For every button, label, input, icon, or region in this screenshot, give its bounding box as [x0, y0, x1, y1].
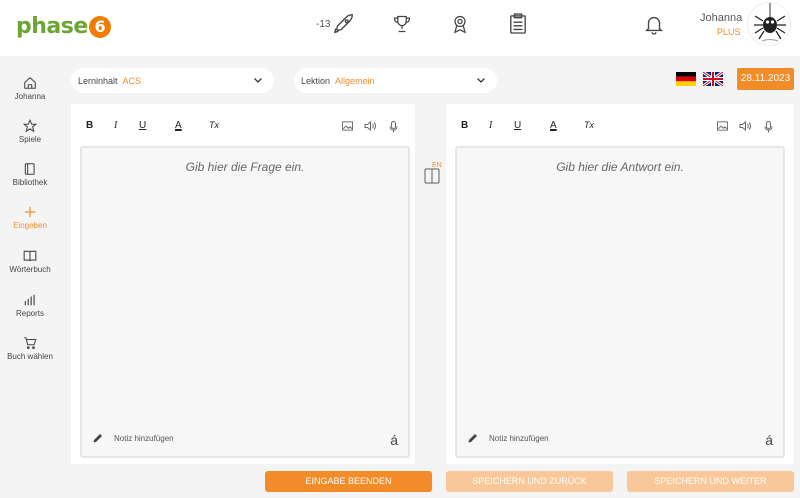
pencil-icon	[468, 434, 477, 443]
streak-count: -13	[316, 18, 331, 30]
underline-button[interactable]: U	[514, 120, 521, 131]
speaker-icon[interactable]	[739, 121, 751, 131]
date-button[interactable]: 28.11.2023	[737, 68, 794, 90]
chevron-down-icon	[254, 78, 262, 83]
clear-format-button[interactable]: Tx	[584, 120, 594, 130]
note-label: Notiz hinzufügen	[114, 433, 174, 443]
answer-note[interactable]: Notiz hinzufügen	[467, 432, 549, 444]
sidebar-label: Buch wählen	[7, 352, 53, 361]
answer-card: B I U A Tx Gib hier die Antwort ein. Not…	[446, 104, 794, 464]
award-icon[interactable]	[448, 12, 472, 36]
italic-button[interactable]: I	[489, 120, 492, 131]
save-and-next-button[interactable]: SPEICHERN UND WEITER	[627, 471, 794, 492]
image-icon[interactable]	[717, 121, 728, 131]
image-icon[interactable]	[342, 121, 353, 131]
clipboard-icon[interactable]	[506, 12, 530, 36]
end-input-button[interactable]: EINGABE BEENDEN	[265, 471, 432, 492]
question-note[interactable]: Notiz hinzufügen	[92, 432, 174, 444]
sidebar-item-choose-book[interactable]: Buch wählen	[0, 336, 60, 361]
sidebar-label: Wörterbuch	[9, 265, 51, 274]
sidebar-item-dictionary[interactable]: Wörterbuch	[0, 249, 60, 274]
german-flag-icon[interactable]	[676, 72, 696, 86]
content-select[interactable]: Lerninhalt ACS	[71, 68, 274, 93]
sidebar-label: Eingeben	[13, 221, 47, 230]
lesson-select-label: Lektion	[301, 75, 331, 86]
swap-language-code: EN	[432, 162, 442, 169]
sidebar-item-home[interactable]: Johanna	[0, 76, 60, 101]
content-select-label: Lerninhalt	[78, 75, 118, 86]
pencil-icon	[93, 434, 102, 443]
sidebar-item-games[interactable]: Spiele	[0, 119, 60, 144]
cart-icon	[24, 337, 37, 350]
sidebar: Johanna Spiele Bibliothek Eingeben Wörte…	[0, 56, 60, 498]
sidebar-item-library[interactable]: Bibliothek	[0, 162, 60, 187]
bell-icon[interactable]	[643, 12, 665, 36]
avatar[interactable]	[747, 2, 791, 46]
lesson-select[interactable]: Lektion Allgemein	[294, 68, 497, 93]
clear-format-button[interactable]: Tx	[209, 120, 219, 130]
question-input[interactable]: Gib hier die Frage ein. Notiz hinzufügen…	[80, 146, 410, 458]
phase6-logo[interactable]: phase 6	[16, 14, 111, 39]
save-and-back-button[interactable]: SPEICHERN UND ZURÜCK	[446, 471, 613, 492]
bold-button[interactable]: B	[461, 120, 468, 131]
italic-button[interactable]: I	[114, 120, 117, 131]
microphone-icon[interactable]	[764, 121, 773, 133]
bold-button[interactable]: B	[86, 120, 93, 131]
note-label: Notiz hinzufügen	[489, 433, 549, 443]
answer-input[interactable]: Gib hier die Antwort ein. Notiz hinzufüg…	[455, 146, 785, 458]
sidebar-label: Bibliothek	[12, 178, 48, 187]
sidebar-label: Johanna	[14, 92, 46, 101]
sidebar-item-input[interactable]: Eingeben	[0, 205, 60, 230]
user-plan-badge: PLUS	[717, 27, 741, 37]
plus-icon	[24, 206, 36, 218]
open-book-icon	[23, 250, 37, 262]
sidebar-label: Reports	[15, 309, 44, 318]
book-icon	[24, 163, 35, 175]
content-select-value: ACS	[122, 75, 142, 86]
text-color-button[interactable]: A	[550, 120, 557, 131]
speaker-icon[interactable]	[364, 121, 376, 131]
rocket-icon[interactable]	[332, 12, 356, 36]
special-char-button[interactable]: á	[765, 432, 773, 448]
sidebar-label: Spiele	[18, 135, 42, 144]
question-card: B I U A Tx Gib hier die Frage ein. Notiz…	[71, 104, 415, 464]
special-char-button[interactable]: á	[390, 432, 398, 448]
trophy-icon[interactable]	[390, 12, 414, 36]
top-bar: phase 6 -13 Johanna PLUS	[0, 0, 800, 56]
answer-placeholder: Gib hier die Antwort ein.	[556, 160, 684, 174]
home-icon	[24, 77, 36, 89]
underline-button[interactable]: U	[139, 120, 146, 131]
sidebar-item-reports[interactable]: Reports	[0, 293, 60, 318]
chevron-down-icon	[477, 78, 485, 83]
question-placeholder: Gib hier die Frage ein.	[185, 160, 305, 174]
logo-digit: 6	[88, 15, 111, 38]
spider-avatar-icon	[754, 3, 786, 42]
user-name[interactable]: Johanna	[700, 12, 742, 24]
answer-toolbar: B I U A Tx	[446, 104, 794, 144]
uk-flag-icon[interactable]	[703, 72, 723, 86]
lesson-select-value: Allgemein	[335, 75, 375, 86]
logo-text: phase	[16, 14, 88, 39]
question-toolbar: B I U A Tx	[71, 104, 415, 144]
star-icon	[23, 119, 37, 133]
text-color-button[interactable]: A	[175, 120, 182, 131]
microphone-icon[interactable]	[389, 121, 398, 133]
bar-chart-icon	[24, 294, 35, 306]
header-icons: -13	[316, 12, 564, 36]
